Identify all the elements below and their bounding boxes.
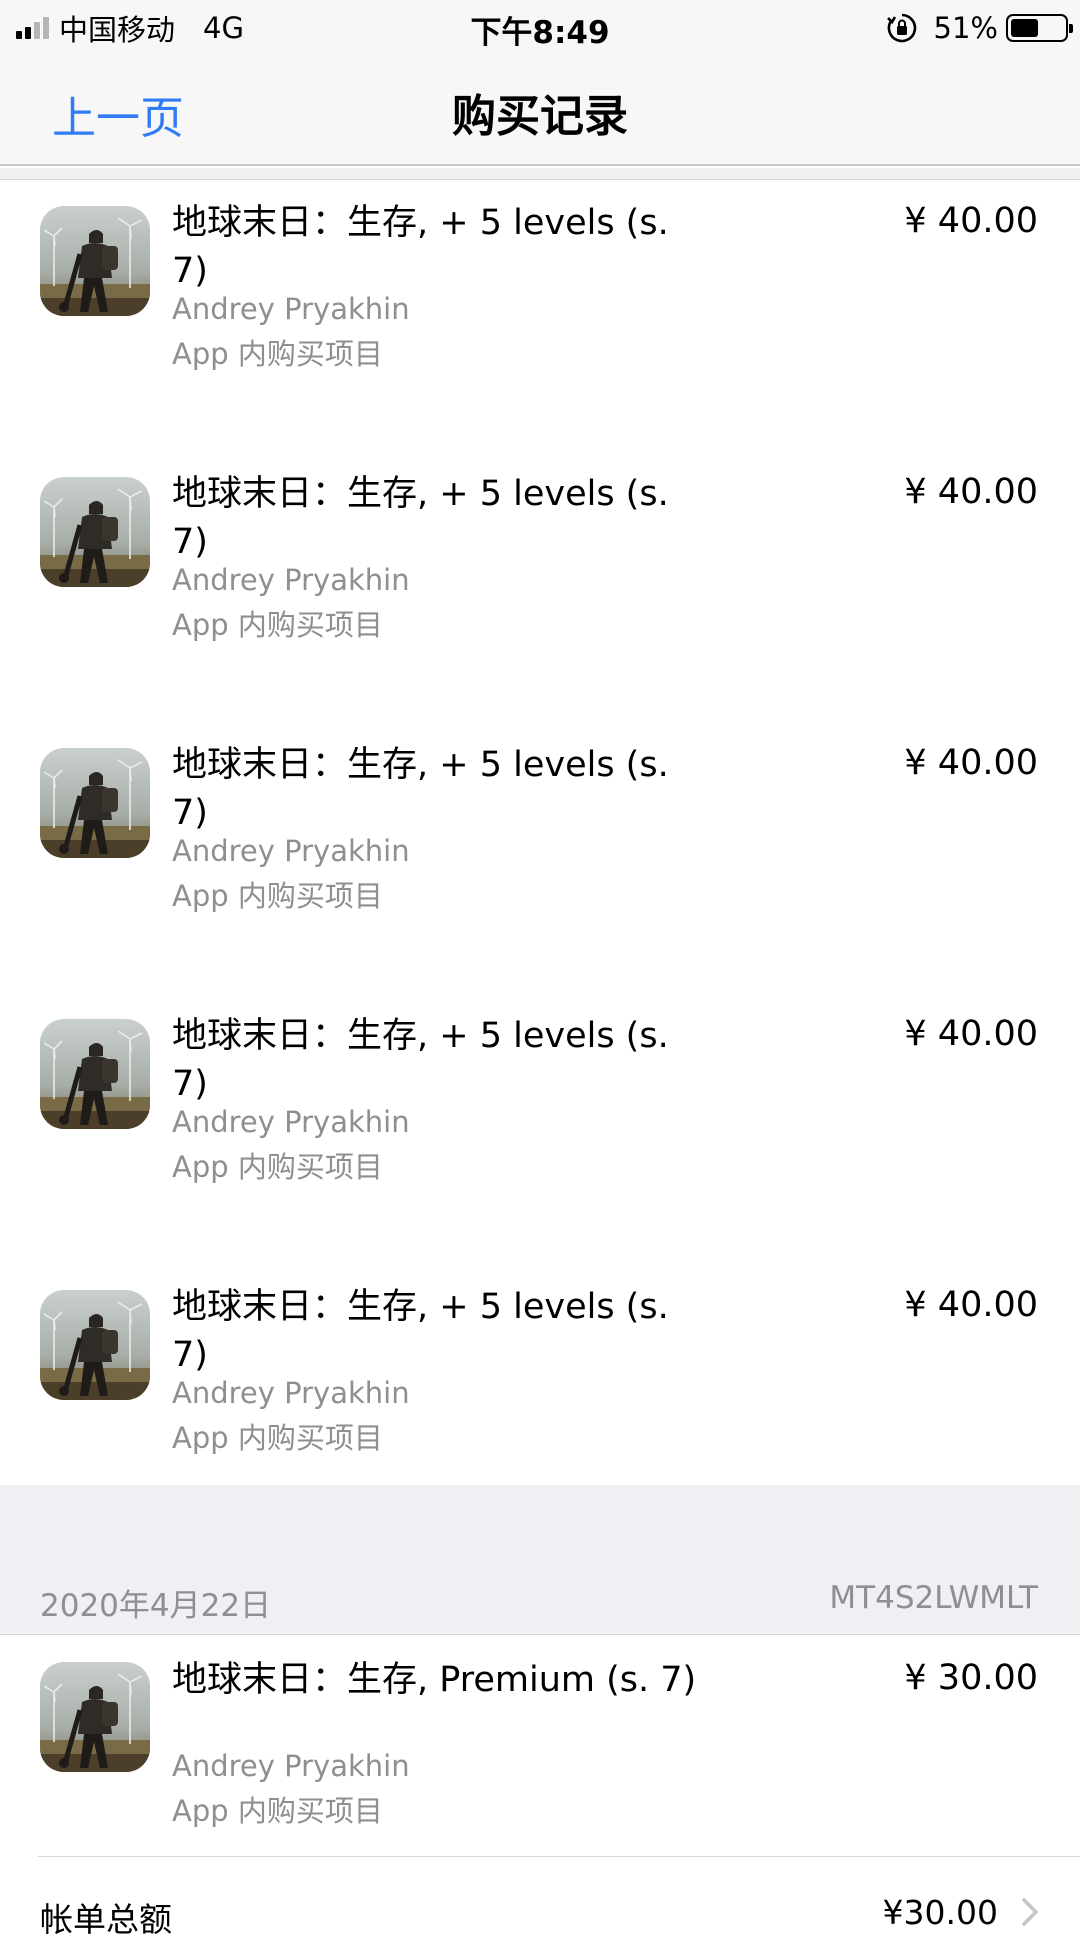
game-app-icon [40, 1019, 150, 1129]
item-type: App 内购买项目 [172, 1794, 383, 1828]
purchase-row[interactable]: 地球末日：生存, + 5 levels (s. 7) Andrey Pryakh… [0, 181, 1080, 452]
item-price: ¥ 40.00 [904, 743, 1038, 783]
status-bar: 中国移动 4G 下午8:49 51% [0, 0, 1080, 54]
game-app-icon [40, 1662, 150, 1772]
purchase-list: 地球末日：生存, + 5 levels (s. 7) Andrey Pryakh… [0, 181, 1080, 1536]
orientation-lock-icon [886, 13, 916, 43]
item-type: App 内购买项目 [172, 1150, 383, 1184]
item-price: ¥ 40.00 [904, 472, 1038, 512]
item-developer: Andrey Pryakhin [172, 1376, 410, 1410]
battery-tip [1069, 24, 1073, 33]
item-price: ¥ 30.00 [904, 1658, 1038, 1698]
item-title: 地球末日：生存, + 5 levels (s. 7) [172, 203, 669, 291]
game-app-icon [40, 206, 150, 316]
item-title: 地球末日：生存, Premium (s. 7) [172, 1660, 697, 1700]
section-divider [0, 1634, 1080, 1635]
navigation-bar: 上一页 购买记录 [0, 54, 1080, 166]
item-developer: Andrey Pryakhin [172, 563, 410, 597]
item-title: 地球末日：生存, + 5 levels (s. 7) [172, 1287, 669, 1375]
item-type: App 内购买项目 [172, 608, 383, 642]
item-type: App 内购买项目 [172, 337, 383, 371]
item-price: ¥ 40.00 [904, 1285, 1038, 1325]
order-id: MT4S2LWMLT [829, 1580, 1038, 1616]
game-app-icon [40, 477, 150, 587]
section-date: 2020年4月22日 [40, 1588, 272, 1624]
item-type: App 内购买项目 [172, 879, 383, 913]
item-developer: Andrey Pryakhin [172, 834, 410, 868]
battery-icon [1006, 14, 1073, 42]
battery-level-fill [1011, 19, 1038, 37]
bill-total-amount: ¥30.00 [882, 1893, 998, 1932]
item-price: ¥ 40.00 [904, 201, 1038, 241]
item-title: 地球末日：生存, + 5 levels (s. 7) [172, 474, 669, 562]
item-type: App 内购买项目 [172, 1421, 383, 1455]
status-right: 51% [886, 8, 1073, 48]
list-top-divider [0, 168, 1080, 180]
purchase-row[interactable]: 地球末日：生存, + 5 levels (s. 7) Andrey Pryakh… [0, 994, 1080, 1265]
item-developer: Andrey Pryakhin [172, 1749, 410, 1783]
bill-total-label: 帐单总额 [40, 1900, 172, 1939]
purchase-row[interactable]: 地球末日：生存, + 5 levels (s. 7) Andrey Pryakh… [0, 452, 1080, 723]
item-developer: Andrey Pryakhin [172, 292, 410, 326]
chevron-right-icon [1022, 1898, 1038, 1926]
item-price: ¥ 40.00 [904, 1014, 1038, 1054]
purchase-row[interactable]: 地球末日：生存, + 5 levels (s. 7) Andrey Pryakh… [0, 723, 1080, 994]
bill-total-row[interactable]: 帐单总额 ¥30.00 [0, 1857, 1080, 1939]
page-title: 购买记录 [452, 91, 628, 142]
item-developer: Andrey Pryakhin [172, 1105, 410, 1139]
item-title: 地球末日：生存, + 5 levels (s. 7) [172, 1016, 669, 1104]
battery-percent: 51% [933, 11, 998, 45]
purchase-row[interactable]: 地球末日：生存, Premium (s. 7) Andrey Pryakhin … [0, 1636, 1080, 1856]
item-title: 地球末日：生存, + 5 levels (s. 7) [172, 745, 669, 833]
game-app-icon [40, 1290, 150, 1400]
game-app-icon [40, 748, 150, 858]
